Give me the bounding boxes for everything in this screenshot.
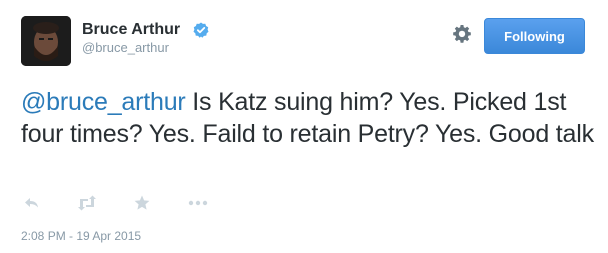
more-icon[interactable] bbox=[187, 194, 209, 212]
retweet-icon[interactable] bbox=[77, 194, 97, 212]
verified-badge-icon bbox=[193, 22, 209, 38]
gear-icon[interactable] bbox=[452, 24, 472, 44]
avatar[interactable] bbox=[21, 16, 71, 66]
reply-icon[interactable] bbox=[23, 194, 41, 212]
user-handle[interactable]: @bruce_arthur bbox=[82, 40, 169, 55]
tweet-text: @bruce_arthur Is Katz suing him? Yes. Pi… bbox=[21, 86, 596, 150]
favorite-icon[interactable] bbox=[133, 194, 151, 212]
tweet-actions bbox=[21, 194, 241, 214]
tweet-card: Bruce Arthur @bruce_arthur Following @br… bbox=[0, 0, 608, 253]
tweet-timestamp[interactable]: 2:08 PM - 19 Apr 2015 bbox=[21, 229, 141, 243]
following-button[interactable]: Following bbox=[484, 18, 585, 54]
user-display-name[interactable]: Bruce Arthur bbox=[82, 21, 180, 39]
mention-link[interactable]: @bruce_arthur bbox=[21, 88, 186, 116]
